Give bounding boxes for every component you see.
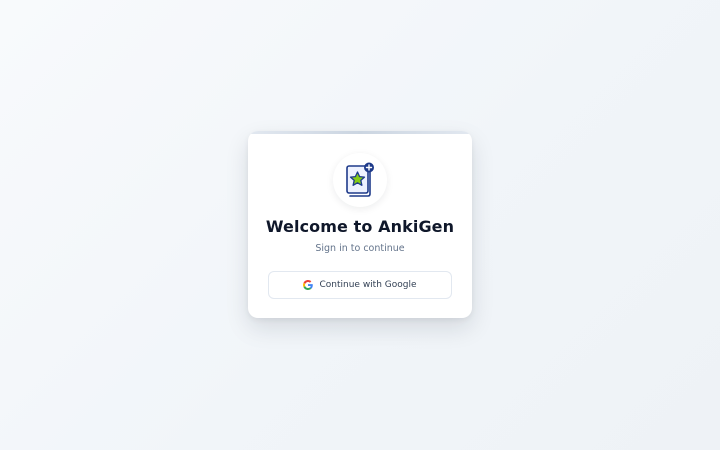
google-icon	[303, 280, 314, 290]
page-subtitle: Sign in to continue	[315, 243, 405, 254]
card-accent-bar	[248, 131, 472, 134]
flashcard-star-plus-icon	[346, 162, 374, 197]
google-button-label: Continue with Google	[319, 280, 417, 290]
login-card: Welcome to AnkiGen Sign in to continue C…	[248, 131, 472, 318]
app-logo	[333, 153, 387, 207]
continue-with-google-button[interactable]: Continue with Google	[268, 271, 452, 299]
page-title: Welcome to AnkiGen	[265, 217, 455, 236]
